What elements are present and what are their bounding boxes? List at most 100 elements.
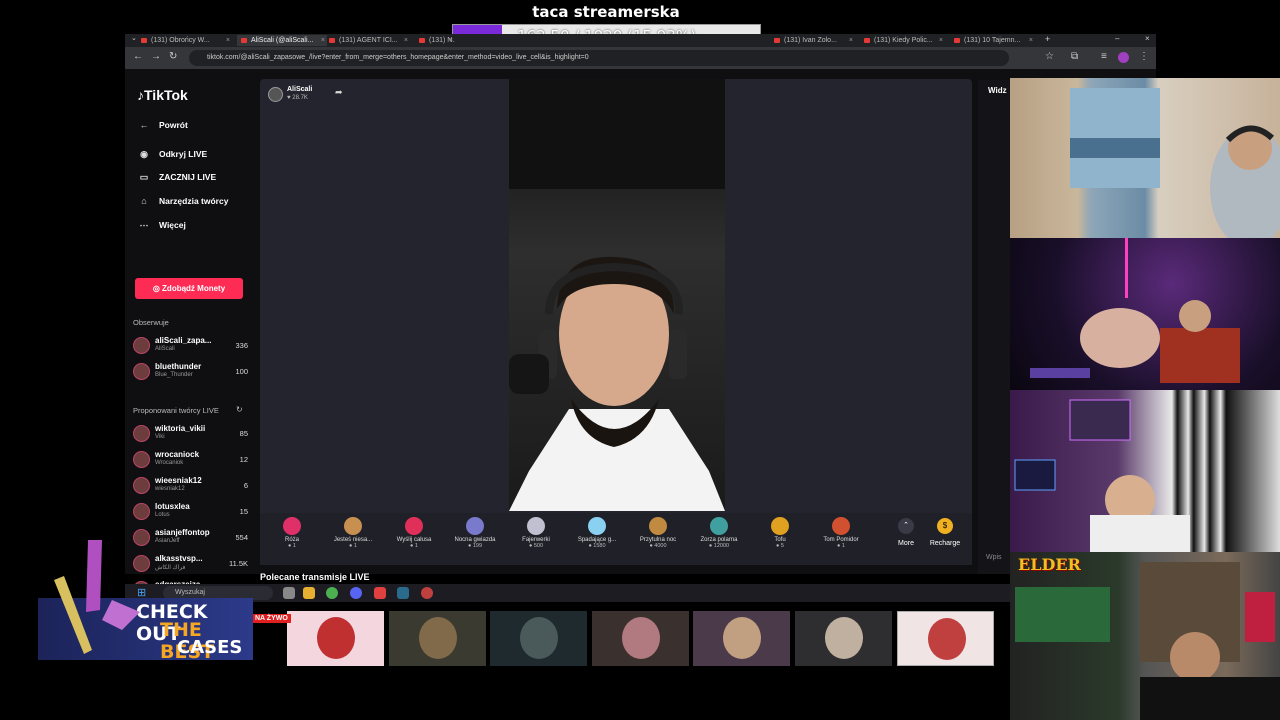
tab-close-icon[interactable]: × — [226, 35, 230, 46]
chat-input[interactable]: Wpis — [986, 554, 1002, 561]
refresh-icon[interactable]: ↻ — [236, 405, 243, 414]
tab-close-icon[interactable]: × — [939, 35, 943, 46]
gift-item[interactable]: Wyślij całusa ● 1 — [386, 517, 442, 549]
browser-tab[interactable]: (131) Obrońcy W... × — [137, 35, 232, 46]
gift-price-value: 500 — [533, 543, 544, 549]
viewer-count: 6 — [243, 481, 248, 490]
gift-item[interactable]: Róża ● 1 — [264, 517, 320, 549]
browser-tab[interactable]: AliScali (@aliScali... × — [237, 35, 327, 46]
thumbnail-avatar — [723, 617, 761, 659]
creator-item[interactable]: asianjeffontop AsianJeff 554 — [133, 527, 248, 549]
creator-item[interactable]: wieesniak12 wiesniak12 6 — [133, 475, 248, 497]
gift-item[interactable]: Spadające g... ● 1580 — [569, 517, 625, 549]
gift-price: ● 1580 — [588, 543, 606, 549]
browser-tab[interactable]: (131) 10 Tajemn... × — [950, 35, 1035, 46]
gift-item[interactable]: Tofu ● 5 — [752, 517, 808, 549]
creator-item[interactable]: lotusxlea Lotus 15 — [133, 501, 248, 523]
nav-label: Odkryj LIVE — [159, 149, 208, 159]
recharge-button[interactable]: $ Recharge — [917, 518, 973, 547]
browser-tab[interactable]: (131) AGENT ICI... × — [325, 35, 410, 46]
tab-close-icon[interactable]: × — [849, 35, 853, 46]
gift-item[interactable]: Fajerwerki ● 500 — [508, 517, 564, 549]
browser-tab[interactable]: (131) Ivan Zolo... × — [770, 35, 855, 46]
gift-icon — [466, 517, 484, 535]
nav-label: Więcej — [159, 220, 186, 230]
live-thumbnail[interactable] — [490, 611, 587, 666]
task-view-icon[interactable] — [283, 587, 295, 599]
tab-label: AliScali (@aliScali... — [251, 37, 314, 44]
tiktok-sidebar: ♪TikTok ← Powrót ◉ Odkryj LIVE ▭ ZACZNIJ LIVE… — [125, 69, 255, 624]
nav-label: Narzędzia twórcy — [159, 196, 229, 206]
gift-price: ● 1 — [837, 543, 845, 549]
gift-item[interactable]: Jesteś niesa... ● 1 — [325, 517, 381, 549]
bookmark-star-icon[interactable]: ☆ — [1045, 51, 1054, 62]
webcam-feed-2 — [1010, 238, 1280, 390]
browser-tab[interactable]: (131) Kiedy Polic... × — [860, 35, 945, 46]
tab-close-icon[interactable]: × — [449, 35, 453, 46]
chrome-icon[interactable] — [326, 587, 338, 599]
host-name: AliScali — [287, 86, 313, 93]
new-tab-icon[interactable]: + — [1045, 34, 1050, 44]
obs-icon[interactable] — [421, 587, 433, 599]
menu-kebab-icon[interactable]: ⋮ — [1139, 51, 1149, 62]
share-icon[interactable]: ➦ — [335, 87, 343, 98]
sidebar-nav-item[interactable]: ← Powrót — [137, 117, 188, 133]
sidebar-nav-item[interactable]: ⋯ Więcej — [137, 217, 186, 233]
creator-item[interactable]: wrocaniock Wrocaniok 12 — [133, 449, 248, 471]
creator-item[interactable]: alkasstvsp... فراك الكاش 11.5K — [133, 553, 248, 575]
sidebar-icon[interactable]: ≡ — [1101, 51, 1107, 62]
tiktok-logo[interactable]: ♪TikTok — [137, 87, 188, 103]
gift-item[interactable]: Przytulna noc ● 4000 — [630, 517, 686, 549]
live-thumbnail[interactable] — [287, 611, 384, 666]
live-thumbnail[interactable] — [897, 611, 994, 666]
get-coins-button[interactable]: ◎ Zdobądź Monety — [135, 278, 243, 299]
webcam-scene-1 — [1070, 88, 1280, 238]
forward-icon[interactable]: → — [151, 51, 161, 62]
reload-icon[interactable]: ↻ — [169, 51, 177, 62]
ad-line-3: CASES — [177, 637, 243, 658]
address-bar-row: ← → ↻ tiktok.com/@aliScali_zapasowe_/liv… — [125, 47, 1156, 69]
live-thumbnail[interactable] — [592, 611, 689, 666]
tab-close-icon[interactable]: × — [1029, 35, 1033, 46]
chat-panel: Widz Wpis — [978, 80, 1010, 574]
tab-list-icon[interactable]: ⌄ — [131, 34, 137, 42]
gift-price-value: 1 — [841, 543, 845, 549]
profile-avatar[interactable] — [1118, 52, 1129, 63]
close-window-icon[interactable]: × — [1145, 34, 1150, 43]
live-thumbnail[interactable] — [795, 611, 892, 666]
creator-item[interactable]: bluethunder Blue_Thunder 100 — [133, 361, 248, 383]
tab-bar: ⌄ (131) Obrońcy W... × AliScali (@aliScali… — [125, 34, 1156, 47]
recharge-label: Recharge — [929, 540, 961, 547]
back-icon[interactable]: ← — [133, 51, 143, 62]
creator-item[interactable]: wiktoria_vikii Viki 85 — [133, 423, 248, 445]
app-icon[interactable] — [374, 587, 386, 599]
logo-text: TikTok — [144, 87, 188, 103]
live-thumbnail[interactable] — [693, 611, 790, 666]
sidebar-nav-item[interactable]: ▭ ZACZNIJ LIVE — [137, 169, 216, 185]
creator-subname: AsianJeff — [155, 538, 180, 544]
sidebar-nav-item[interactable]: ◉ Odkryj LIVE — [137, 146, 207, 162]
tab-label: (131) Obrońcy W... — [151, 37, 210, 44]
knife-icon — [54, 540, 140, 654]
live-avatar-icon: ◉ — [140, 149, 148, 159]
gift-item[interactable]: Nocna gwiazda ● 199 — [447, 517, 503, 549]
tab-close-icon[interactable]: × — [404, 35, 408, 46]
live-thumbnail[interactable] — [389, 611, 486, 666]
minimize-icon[interactable]: – — [1115, 34, 1119, 43]
app-icon-2[interactable] — [397, 587, 409, 599]
tab-label: (131) Ivan Zolo... — [784, 37, 837, 44]
stream-goal-title: taca streamerska — [532, 3, 680, 21]
creator-item[interactable]: aliScali_zapa... AliScali 336 — [133, 335, 248, 357]
sidebar-nav-item[interactable]: ⌂ Narzędzia twórcy — [137, 193, 228, 209]
host-info[interactable]: AliScali ♥ 28.7K — [268, 85, 328, 105]
tab-favicon-icon — [141, 38, 147, 43]
gift-item[interactable]: Tom Pomidor ● 1 — [813, 517, 869, 549]
discord-icon[interactable] — [350, 587, 362, 599]
browser-tab[interactable]: (131) N...× — [415, 35, 455, 46]
gift-item[interactable]: Zorza polarna ● 12000 — [691, 517, 747, 549]
live-video[interactable] — [509, 79, 725, 511]
gift-icon — [832, 517, 850, 535]
url-field[interactable]: tiktok.com/@aliScali_zapasowe_/live?ente… — [189, 50, 1009, 66]
extensions-icon[interactable]: ⧉ — [1071, 51, 1078, 62]
file-explorer-icon[interactable] — [303, 587, 315, 599]
